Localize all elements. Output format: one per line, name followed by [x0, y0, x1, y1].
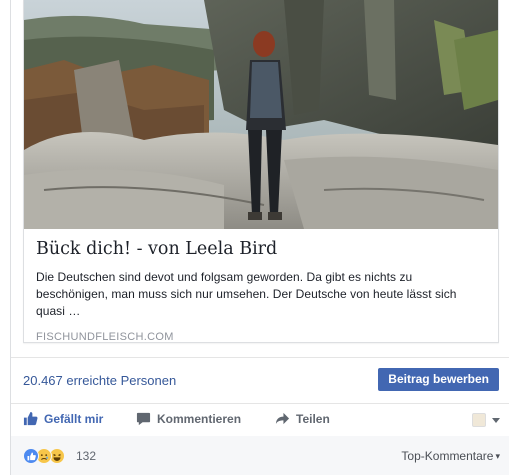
link-preview-text: Bück dich! - von Leela Bird Die Deutsche… — [24, 229, 498, 343]
share-arrow-icon — [275, 412, 290, 425]
chevron-down-icon — [492, 417, 500, 423]
link-description: Die Deutschen sind devot und folgsam gew… — [36, 270, 457, 318]
comment-sort-dropdown[interactable]: Top-Kommentare ▾ — [401, 449, 500, 463]
boost-post-button[interactable]: Beitrag bewerben — [378, 368, 499, 391]
comment-sort-label: Top-Kommentare — [401, 449, 494, 463]
link-domain: FISCHUNDFLEISCH.COM — [36, 331, 174, 343]
reaction-icons[interactable] — [23, 448, 65, 464]
link-preview-card[interactable]: Bück dich! - von Leela Bird Die Deutsche… — [23, 0, 499, 343]
thumbs-up-icon — [23, 411, 38, 426]
reach-row: 20.467 erreichte Personen Beitrag bewerb… — [11, 358, 509, 404]
post-as-selector[interactable] — [472, 413, 500, 427]
reach-count[interactable]: 20.467 erreichte Personen — [23, 373, 176, 388]
comment-label: Kommentieren — [157, 411, 242, 426]
like-button[interactable]: Gefällt mir — [23, 411, 103, 426]
reaction-count[interactable]: 132 — [76, 449, 96, 463]
share-button[interactable]: Teilen — [275, 411, 330, 426]
link-preview-image[interactable] — [24, 0, 498, 229]
link-title[interactable]: Bück dich! - von Leela Bird — [36, 238, 486, 260]
feed-post: Bück dich! - von Leela Bird Die Deutsche… — [10, 0, 509, 475]
post-actions: Gefällt mir Kommentieren Teilen — [11, 404, 509, 435]
like-label: Gefällt mir — [44, 411, 104, 426]
comment-button[interactable]: Kommentieren — [136, 411, 241, 426]
like-reaction-icon — [23, 448, 39, 464]
comment-icon — [136, 412, 151, 426]
reactions-bar: 132 Top-Kommentare ▾ — [11, 436, 509, 475]
caret-down-icon: ▾ — [495, 451, 500, 461]
share-label: Teilen — [296, 411, 330, 426]
page-avatar — [472, 413, 486, 427]
